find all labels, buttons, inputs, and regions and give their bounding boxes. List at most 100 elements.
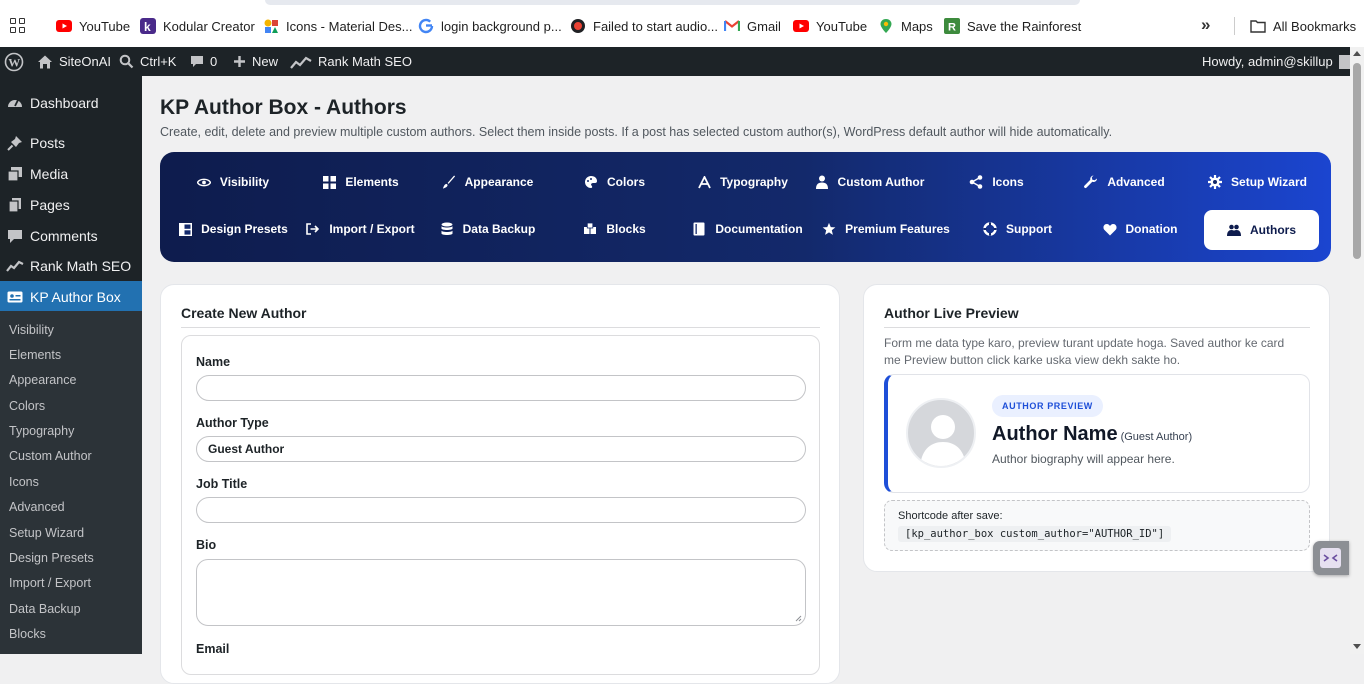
lifebuoy-icon xyxy=(983,222,997,236)
scrollbar-thumb[interactable] xyxy=(1353,63,1361,259)
bookmark-label: Icons - Material Des... xyxy=(286,18,413,34)
shortcode-value[interactable]: [kp_author_box custom_author="AUTHOR_ID"… xyxy=(898,526,1172,542)
rainforest-icon: R xyxy=(944,18,960,34)
submenu-setup-wizard[interactable]: Setup Wizard xyxy=(9,526,84,540)
command-search-button[interactable]: Ctrl+K xyxy=(119,47,176,76)
menu-kp-author-box[interactable]: KP Author Box xyxy=(0,281,142,312)
nav-design-presets[interactable]: Design Presets xyxy=(174,209,292,249)
bookmark-kodular[interactable]: k Kodular Creator xyxy=(140,16,255,36)
bookmark-label: Kodular Creator xyxy=(163,18,255,34)
nav-elements[interactable]: Elements xyxy=(303,162,418,202)
menu-label: KP Author Box xyxy=(30,288,121,305)
scroll-down-arrow-icon[interactable] xyxy=(1353,644,1361,649)
bookmark-material-icons[interactable]: Icons - Material Des... xyxy=(263,16,412,36)
submenu-icons[interactable]: Icons xyxy=(9,475,39,489)
my-account-menu[interactable]: Howdy, admin@skillup xyxy=(1202,47,1353,76)
nav-data-backup[interactable]: Data Backup xyxy=(430,209,545,249)
rankmath-adminbar-link[interactable]: Rank Math SEO xyxy=(290,47,412,76)
main-content: KP Author Box - Authors Create, edit, de… xyxy=(142,76,1350,684)
nav-support[interactable]: Support xyxy=(960,209,1075,249)
nav-premium-features[interactable]: Premium Features xyxy=(820,209,952,249)
bookmark-gmail[interactable]: Gmail xyxy=(724,16,781,36)
new-content-button[interactable]: New xyxy=(233,47,278,76)
plus-icon xyxy=(234,56,245,67)
nav-custom-author[interactable]: Custom Author xyxy=(812,162,927,202)
extension-icon xyxy=(1320,548,1341,568)
create-author-card: Create New Author Name Author Type Guest… xyxy=(160,284,840,684)
menu-dashboard[interactable]: Dashboard xyxy=(0,87,142,118)
menu-label: Pages xyxy=(30,196,70,213)
all-bookmarks-label: All Bookmarks xyxy=(1273,18,1357,34)
nav-icons[interactable]: Icons xyxy=(939,162,1054,202)
submenu-custom-author[interactable]: Custom Author xyxy=(9,449,92,463)
submenu-colors[interactable]: Colors xyxy=(9,399,45,413)
scroll-up-arrow-icon[interactable] xyxy=(1353,51,1361,56)
gmail-icon xyxy=(724,18,740,34)
menu-posts[interactable]: Posts xyxy=(0,127,142,158)
comments-link[interactable]: 0 xyxy=(190,47,217,76)
bookmark-rainforest[interactable]: R Save the Rainforest xyxy=(944,16,1081,36)
author-type-select[interactable]: Guest Author xyxy=(196,436,806,462)
wp-logo-button[interactable]: W xyxy=(4,47,30,76)
home-icon xyxy=(38,55,52,68)
live-preview-description: Form me data type karo, preview turant u… xyxy=(884,336,1285,367)
job-title-input[interactable] xyxy=(196,497,806,523)
nav-blocks[interactable]: Blocks xyxy=(557,209,672,249)
bookmark-login-background[interactable]: login background p... xyxy=(418,16,562,36)
nav-colors[interactable]: Colors xyxy=(557,162,672,202)
site-name-link[interactable]: SiteOnAI xyxy=(37,47,111,76)
submenu-design-presets[interactable]: Design Presets xyxy=(9,551,94,565)
user-icon xyxy=(815,175,829,189)
rankmath-icon xyxy=(290,56,312,69)
nav-appearance[interactable]: Appearance xyxy=(430,162,545,202)
menu-rankmath[interactable]: Rank Math SEO xyxy=(0,250,142,281)
submenu-advanced[interactable]: Advanced xyxy=(9,500,65,514)
bookmark-failed-audio[interactable]: Failed to start audio... xyxy=(570,16,718,36)
menu-comments[interactable]: Comments xyxy=(0,220,142,251)
apps-grid-icon[interactable] xyxy=(10,18,26,34)
bookmark-youtube-1[interactable]: YouTube xyxy=(56,16,130,36)
nav-documentation[interactable]: Documentation xyxy=(685,209,810,249)
howdy-label: Howdy, admin@skillup xyxy=(1202,54,1333,69)
nav-setup-wizard[interactable]: Setup Wizard xyxy=(1195,162,1320,202)
nav-label: Authors xyxy=(1250,223,1296,237)
floating-extension-widget[interactable] xyxy=(1313,541,1349,575)
submenu-import-export[interactable]: Import / Export xyxy=(9,576,91,590)
nav-label: Blocks xyxy=(606,222,646,236)
rankmath-label: Rank Math SEO xyxy=(318,54,412,69)
nav-advanced[interactable]: Advanced xyxy=(1067,162,1182,202)
bookmark-maps[interactable]: Maps xyxy=(878,16,933,36)
plugin-nav-panel: Visibility Elements Appearance Colors Ty… xyxy=(160,152,1331,262)
nav-donation[interactable]: Donation xyxy=(1080,209,1200,249)
page-scrollbar[interactable] xyxy=(1350,47,1364,654)
menu-pages[interactable]: Pages xyxy=(0,189,142,220)
grid-icon xyxy=(322,175,336,189)
divider xyxy=(884,327,1310,328)
submenu-visibility[interactable]: Visibility xyxy=(9,323,54,337)
star-icon xyxy=(822,222,836,236)
submenu-elements[interactable]: Elements xyxy=(9,348,61,362)
font-icon xyxy=(697,175,711,189)
share-icon xyxy=(969,175,983,189)
submenu-appearance[interactable]: Appearance xyxy=(9,373,76,387)
rankmath-icon xyxy=(6,260,24,272)
nav-import-export[interactable]: Import / Export xyxy=(303,209,418,249)
search-shortcut-label: Ctrl+K xyxy=(140,54,177,69)
youtube-icon xyxy=(56,18,72,34)
more-bookmarks-button[interactable]: » xyxy=(1201,15,1210,35)
menu-media[interactable]: Media xyxy=(0,158,142,189)
nav-authors[interactable]: Authors xyxy=(1204,210,1319,250)
bio-textarea[interactable] xyxy=(196,559,806,626)
all-bookmarks-button[interactable]: All Bookmarks xyxy=(1250,16,1356,36)
submenu-blocks[interactable]: Blocks xyxy=(9,627,46,641)
submenu-data-backup[interactable]: Data Backup xyxy=(9,602,81,616)
nav-label: Donation xyxy=(1125,222,1178,236)
wp-admin-bar: W SiteOnAI Ctrl+K 0 New Rank Math SEO Ho… xyxy=(0,47,1364,76)
nav-visibility[interactable]: Visibility xyxy=(174,162,292,202)
submenu-typography[interactable]: Typography xyxy=(9,424,74,438)
name-input[interactable] xyxy=(196,375,806,401)
layout-icon xyxy=(178,222,192,236)
bookmark-youtube-2[interactable]: YouTube xyxy=(793,16,867,36)
nav-typography[interactable]: Typography xyxy=(685,162,800,202)
live-preview-title: Author Live Preview xyxy=(884,305,1019,321)
